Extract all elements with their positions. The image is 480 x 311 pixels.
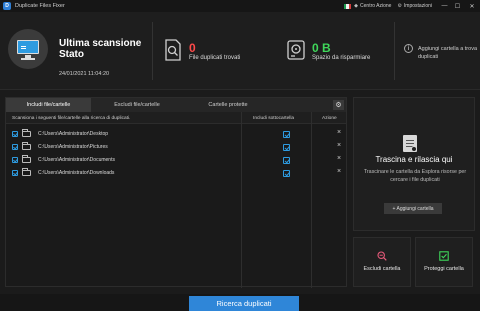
- include-subfolder-checkbox[interactable]: [283, 170, 290, 177]
- add-folder-button[interactable]: + Aggiungi cartella: [384, 203, 442, 214]
- folder-path: C:\Users\Administrator\Desktop: [38, 131, 109, 137]
- drop-zone[interactable]: Trascina e rilascia qui Trascinare le ca…: [353, 97, 475, 231]
- folder-icon: [22, 142, 31, 150]
- tab-protected[interactable]: Cartelle protette: [183, 98, 273, 112]
- folder-icon: [22, 155, 31, 163]
- gear-icon: ⚙: [397, 3, 402, 9]
- folder-path: C:\Users\Administrator\Documents: [38, 157, 115, 163]
- protect-folder-label: Proteggi cartella: [424, 266, 464, 272]
- table-row: C:\Users\Administrator\Documents ×: [6, 154, 346, 167]
- protect-check-icon: [439, 251, 449, 261]
- duplicates-label: File duplicati trovati: [189, 55, 241, 61]
- folder-list-panel: Includi file/cartelle Escludi file/carte…: [5, 97, 347, 288]
- document-search-icon: [403, 135, 417, 152]
- duplicate-files-icon: [165, 39, 181, 61]
- window-title: Duplicate Files Fixer: [15, 3, 65, 9]
- remove-folder-button[interactable]: ×: [337, 129, 341, 136]
- remove-folder-button[interactable]: ×: [337, 168, 341, 175]
- remove-folder-button[interactable]: ×: [337, 155, 341, 162]
- action-center-label: Centro Azione: [360, 3, 392, 9]
- column-header-action: Azione: [322, 115, 337, 121]
- table-row: C:\Users\Administrator\Pictures ×: [6, 141, 346, 154]
- maximize-button[interactable]: ☐: [451, 0, 464, 12]
- include-subfolder-checkbox[interactable]: [283, 144, 290, 151]
- folder-icon: [22, 168, 31, 176]
- table-row: C:\Users\Administrator\Desktop ×: [6, 128, 346, 141]
- protect-folder-card[interactable]: Proteggi cartella: [415, 237, 473, 287]
- settings-label: Impostazioni: [403, 3, 432, 9]
- divider: [394, 22, 395, 80]
- close-button[interactable]: ✕: [464, 0, 480, 12]
- row-checkbox[interactable]: [12, 170, 18, 176]
- exclude-folder-card[interactable]: Escludi cartella: [353, 237, 411, 287]
- language-flag-icon[interactable]: [344, 3, 352, 9]
- table-header: Scansiona i seguenti file/cartelle alla …: [6, 112, 346, 124]
- exclude-folder-label: Escludi cartella: [363, 266, 401, 272]
- savings-size: 0 B: [312, 41, 331, 55]
- remove-folder-button[interactable]: ×: [337, 142, 341, 149]
- add-folder-hint: Aggiungi cartella a trova duplicati: [418, 46, 478, 60]
- drop-zone-description: Trascinare le cartella da Esplora risors…: [363, 169, 467, 183]
- last-scan-date: 24/01/2021 11:04:20: [59, 71, 110, 77]
- settings-link[interactable]: ⚙ Impostazioni: [397, 3, 432, 9]
- last-scan-title: Ultima scansione Stato: [59, 38, 142, 60]
- savings-label: Spazio da risparmiare: [312, 55, 371, 61]
- include-subfolder-checkbox[interactable]: [283, 157, 290, 164]
- disk-savings-icon: [287, 40, 305, 60]
- summary-header: Ultima scansione Stato 24/01/2021 11:04:…: [0, 12, 480, 90]
- folder-icon: [22, 129, 31, 137]
- info-icon: i: [404, 44, 413, 53]
- panel-settings-button[interactable]: ⚙: [333, 100, 344, 110]
- column-header-subfolder: Includi sottocartella: [253, 115, 295, 121]
- row-checkbox[interactable]: [12, 131, 18, 137]
- bell-icon: ◆: [354, 3, 359, 9]
- minimize-button[interactable]: —: [438, 0, 451, 12]
- folder-path: C:\Users\Administrator\Pictures: [38, 144, 108, 150]
- row-checkbox[interactable]: [12, 144, 18, 150]
- drop-zone-title: Trascina e rilascia qui: [375, 155, 453, 164]
- tab-include[interactable]: Includi file/cartelle: [6, 98, 91, 112]
- app-logo-icon: D: [3, 2, 11, 10]
- table-row: C:\Users\Administrator\Downloads ×: [6, 167, 346, 180]
- title-bar: D Duplicate Files Fixer ◆ Centro Azione …: [0, 0, 480, 12]
- monitor-icon: [8, 29, 48, 69]
- tab-exclude[interactable]: Escludi file/cartelle: [91, 98, 183, 112]
- folder-path: C:\Users\Administrator\Downloads: [38, 170, 115, 176]
- action-center-link[interactable]: ◆ Centro Azione: [354, 3, 391, 9]
- include-subfolder-checkbox[interactable]: [283, 131, 290, 138]
- exclude-search-icon: [377, 251, 387, 261]
- tab-bar: Includi file/cartelle Escludi file/carte…: [6, 98, 346, 112]
- duplicates-count: 0: [189, 41, 196, 55]
- column-header-path: Scansiona i seguenti file/cartelle alla …: [12, 115, 131, 121]
- divider: [152, 22, 153, 80]
- scan-duplicates-button[interactable]: Ricerca duplicati: [189, 296, 299, 311]
- row-checkbox[interactable]: [12, 157, 18, 163]
